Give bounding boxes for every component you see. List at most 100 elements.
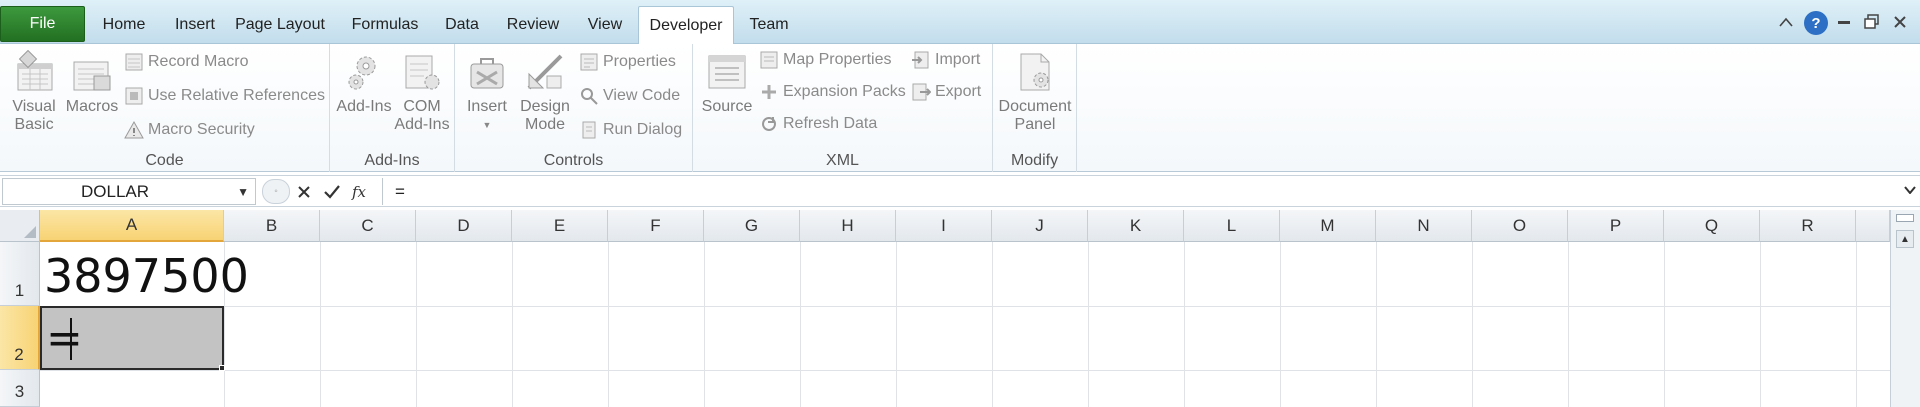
cancel-entry-icon[interactable] — [292, 180, 316, 204]
design-mode-button[interactable]: Design Mode — [515, 50, 575, 134]
import-icon — [912, 51, 929, 69]
row-header-3[interactable]: 3 — [0, 370, 40, 407]
export-label: Export — [935, 83, 982, 100]
worksheet-grid: A B C D E F G H I J K L M N O P Q R 1 2 … — [0, 210, 1920, 407]
cell-a2-active[interactable]: = — [40, 306, 224, 370]
split-box[interactable] — [1896, 214, 1914, 222]
scroll-up-icon[interactable]: ▲ — [1896, 230, 1914, 248]
gridline — [416, 242, 417, 407]
com-addins-label-2: Add-Ins — [394, 116, 450, 133]
tab-formulas[interactable]: Formulas — [343, 6, 427, 44]
column-header-m[interactable]: M — [1280, 210, 1376, 242]
insert-function-icon[interactable]: fx — [350, 180, 374, 204]
confirm-entry-icon[interactable] — [320, 180, 344, 204]
ribbon-tab-bar: File Home Insert Page Layout Formulas Da… — [0, 0, 1920, 45]
column-header-e[interactable]: E — [512, 210, 608, 242]
restore-window-icon[interactable] — [1862, 12, 1882, 32]
gridline — [512, 242, 513, 407]
visual-basic-label-1: Visual — [12, 98, 56, 115]
column-header-p[interactable]: P — [1568, 210, 1664, 242]
vertical-scrollbar[interactable]: ▲ — [1890, 210, 1920, 407]
help-icon[interactable]: ? — [1804, 11, 1828, 35]
group-label-addins: Add-Ins — [364, 152, 420, 169]
xml-source-button[interactable]: Source — [697, 50, 757, 116]
properties-button[interactable]: Properties — [579, 52, 676, 72]
column-header-o[interactable]: O — [1472, 210, 1568, 242]
tab-view[interactable]: View — [578, 6, 632, 44]
use-relative-references-label: Use Relative References — [148, 87, 325, 104]
tab-file[interactable]: File — [0, 6, 85, 42]
column-header-s[interactable] — [1856, 210, 1890, 242]
export-button[interactable]: Export — [911, 82, 981, 102]
visual-basic-button[interactable]: Visual Basic — [6, 50, 62, 134]
name-box-dropdown-icon[interactable]: ▼ — [237, 185, 249, 199]
insert-control-label: Insert — [466, 98, 507, 115]
macros-label: Macros — [65, 98, 119, 115]
expansion-packs-button[interactable]: Expansion Packs — [759, 82, 906, 102]
column-header-r[interactable]: R — [1760, 210, 1856, 242]
group-label-code: Code — [145, 152, 184, 169]
tab-data[interactable]: Data — [436, 6, 488, 44]
row-header-1[interactable]: 1 — [0, 242, 40, 306]
com-addins-icon — [405, 55, 440, 90]
record-macro-button[interactable]: Record Macro — [124, 52, 248, 72]
run-dialog-icon — [582, 121, 596, 139]
close-window-icon[interactable] — [1890, 12, 1910, 32]
column-header-l[interactable]: L — [1184, 210, 1280, 242]
column-header-q[interactable]: Q — [1664, 210, 1760, 242]
expand-formula-bar-icon[interactable] — [1904, 182, 1916, 197]
insert-control-button[interactable]: Insert ▼ — [459, 50, 515, 134]
minimize-ribbon-icon[interactable] — [1776, 12, 1796, 32]
column-header-a[interactable]: A — [40, 210, 224, 242]
insert-dropdown-icon: ▼ — [482, 120, 492, 130]
macro-security-label: Macro Security — [148, 121, 255, 138]
formula-input[interactable]: = — [382, 178, 1894, 205]
view-code-button[interactable]: View Code — [579, 86, 680, 106]
addins-button[interactable]: Add-Ins — [336, 50, 392, 116]
macros-button[interactable]: Macros — [64, 50, 120, 116]
view-code-icon — [581, 88, 598, 105]
minimize-window-icon[interactable] — [1834, 12, 1854, 32]
select-all-button[interactable] — [0, 210, 40, 242]
tab-insert[interactable]: Insert — [164, 6, 226, 44]
design-mode-icon — [527, 54, 563, 90]
column-header-n[interactable]: N — [1376, 210, 1472, 242]
text-cursor — [70, 318, 72, 360]
column-header-j[interactable]: J — [992, 210, 1088, 242]
formula-bar-resize-handle[interactable]: ◦ — [262, 179, 290, 204]
column-header-d[interactable]: D — [416, 210, 512, 242]
run-dialog-button[interactable]: Run Dialog — [579, 120, 682, 140]
com-addins-button[interactable]: COM Add-Ins — [392, 50, 452, 134]
record-macro-icon — [125, 53, 143, 71]
tab-review[interactable]: Review — [498, 6, 568, 44]
gears-icon — [348, 56, 376, 90]
column-header-f[interactable]: F — [608, 210, 704, 242]
import-button[interactable]: Import — [911, 50, 980, 70]
com-addins-label-1: COM — [403, 98, 441, 115]
column-header-c[interactable]: C — [320, 210, 416, 242]
properties-icon — [580, 53, 598, 71]
group-xml: Source Map Properties Expansion Packs Re… — [693, 44, 993, 172]
name-box[interactable]: DOLLAR ▼ — [2, 178, 256, 205]
toolbox-icon — [470, 58, 504, 89]
use-relative-references-button[interactable]: Use Relative References — [124, 86, 325, 106]
macro-security-button[interactable]: Macro Security — [124, 120, 255, 140]
refresh-data-button[interactable]: Refresh Data — [759, 114, 877, 134]
document-panel-button[interactable]: Document Panel — [997, 50, 1073, 134]
column-header-k[interactable]: K — [1088, 210, 1184, 242]
column-header-b[interactable]: B — [224, 210, 320, 242]
column-header-i[interactable]: I — [896, 210, 992, 242]
map-properties-button[interactable]: Map Properties — [759, 50, 892, 70]
tab-home[interactable]: Home — [92, 6, 156, 44]
tab-developer[interactable]: Developer — [638, 6, 734, 45]
cell-a1[interactable]: 3897500 — [44, 246, 249, 306]
map-properties-label: Map Properties — [783, 51, 892, 68]
group-addins: Add-Ins COM Add-Ins Add-Ins — [330, 44, 455, 172]
row-header-2[interactable]: 2 — [0, 306, 40, 370]
column-header-g[interactable]: G — [704, 210, 800, 242]
tab-team[interactable]: Team — [742, 6, 796, 44]
tab-page-layout[interactable]: Page Layout — [230, 6, 330, 44]
addins-label: Add-Ins — [336, 98, 392, 115]
column-header-h[interactable]: H — [800, 210, 896, 242]
fill-handle[interactable] — [219, 365, 225, 371]
